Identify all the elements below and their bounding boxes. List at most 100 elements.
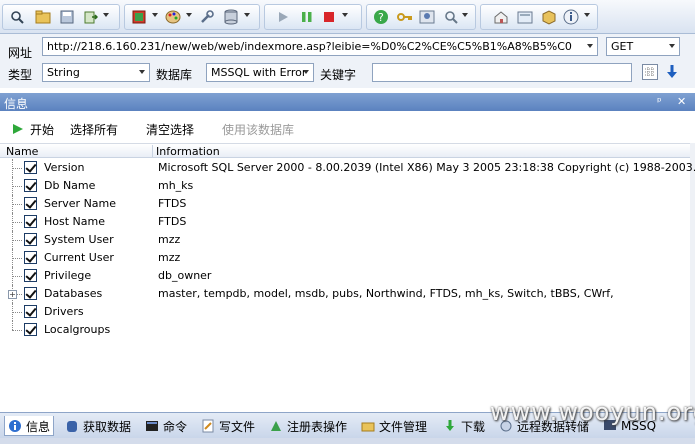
row-info: db_owner bbox=[158, 269, 212, 282]
save-icon[interactable] bbox=[58, 8, 76, 26]
row-name: Version bbox=[44, 161, 85, 174]
tab-fetch-data[interactable]: 获取数据 bbox=[62, 416, 134, 436]
tab-download[interactable]: 下载 bbox=[440, 416, 488, 436]
database-icon bbox=[65, 419, 79, 433]
export-icon[interactable] bbox=[82, 8, 100, 26]
table-row[interactable]: Current User mzz bbox=[0, 249, 690, 267]
play-icon[interactable] bbox=[274, 8, 292, 26]
table-row[interactable]: Host Name FTDS bbox=[0, 213, 690, 231]
column-name-header[interactable]: Name bbox=[6, 145, 38, 158]
stop-icon[interactable] bbox=[320, 8, 338, 26]
tab-label: 信息 bbox=[26, 420, 51, 434]
package-icon[interactable] bbox=[540, 8, 558, 26]
row-info: mh_ks bbox=[158, 179, 194, 192]
row-name: Db Name bbox=[44, 179, 96, 192]
chevron-down-icon[interactable] bbox=[303, 70, 309, 74]
info-tree: Version Microsoft SQL Server 2000 - 8.00… bbox=[0, 159, 695, 339]
row-checkbox[interactable] bbox=[24, 269, 37, 282]
clear-selection-button[interactable]: 清空选择 bbox=[146, 121, 194, 138]
row-checkbox[interactable] bbox=[24, 251, 37, 264]
search-icon[interactable] bbox=[442, 8, 460, 26]
row-info: master, tempdb, model, msdb, pubs, North… bbox=[158, 287, 614, 300]
vertical-scrollbar[interactable] bbox=[690, 143, 695, 411]
tab-write-file[interactable]: 写文件 bbox=[198, 416, 258, 436]
start-button[interactable]: 开始 bbox=[30, 121, 54, 138]
key-icon[interactable] bbox=[396, 8, 414, 26]
settings-icon[interactable] bbox=[130, 8, 148, 26]
row-checkbox[interactable] bbox=[24, 305, 37, 318]
pause-icon[interactable] bbox=[298, 8, 316, 26]
db-value: MSSQL with Error bbox=[211, 66, 307, 79]
table-row[interactable]: Server Name FTDS bbox=[0, 195, 690, 213]
tab-label: 命令 bbox=[163, 420, 188, 434]
tab-command[interactable]: 命令 bbox=[142, 416, 190, 436]
registry-icon bbox=[269, 419, 283, 433]
folder-icon[interactable] bbox=[34, 8, 52, 26]
expand-icon[interactable]: + bbox=[8, 290, 17, 299]
use-database-button[interactable]: 使用该数据库 bbox=[222, 121, 294, 138]
search-icon[interactable] bbox=[8, 8, 26, 26]
db-select[interactable]: MSSQL with Error bbox=[206, 63, 314, 82]
type-select[interactable]: String bbox=[42, 63, 150, 82]
table-row[interactable]: Privilege db_owner bbox=[0, 267, 690, 285]
wrench-icon[interactable] bbox=[198, 8, 216, 26]
row-name: Drivers bbox=[44, 305, 84, 318]
status-bar bbox=[0, 438, 695, 444]
table-row[interactable]: Version Microsoft SQL Server 2000 - 8.00… bbox=[0, 159, 695, 177]
row-info: mzz bbox=[158, 251, 181, 264]
url-value: http://218.6.160.231/new/web/web/indexmo… bbox=[47, 40, 572, 53]
row-name: Databases bbox=[44, 287, 103, 300]
info-icon[interactable] bbox=[562, 8, 580, 26]
table-header: Name Information bbox=[0, 143, 690, 158]
row-checkbox[interactable] bbox=[24, 323, 37, 336]
home-icon[interactable] bbox=[492, 8, 510, 26]
keyword-input[interactable] bbox=[372, 63, 632, 82]
panel-title: 信息 bbox=[4, 97, 29, 111]
play-icon[interactable] bbox=[12, 123, 24, 138]
table-row[interactable]: Localgroups bbox=[0, 321, 690, 339]
users-icon[interactable] bbox=[418, 8, 436, 26]
table-row[interactable]: Drivers bbox=[0, 303, 690, 321]
row-checkbox[interactable] bbox=[24, 197, 37, 210]
close-icon[interactable]: ✕ bbox=[677, 95, 686, 108]
method-select[interactable]: GET bbox=[606, 37, 680, 56]
grid-icon[interactable] bbox=[642, 64, 658, 80]
table-row[interactable]: System User mzz bbox=[0, 231, 690, 249]
tab-label: 获取数据 bbox=[83, 420, 132, 434]
select-all-button[interactable]: 选择所有 bbox=[70, 121, 118, 138]
table-row[interactable]: + Databases master, tempdb, model, msdb,… bbox=[0, 285, 690, 303]
table-row[interactable]: Db Name mh_ks bbox=[0, 177, 690, 195]
row-name: Current User bbox=[44, 251, 114, 264]
arrow-down-icon[interactable] bbox=[664, 64, 680, 80]
tab-file-manager[interactable]: 文件管理 bbox=[358, 416, 430, 436]
row-checkbox[interactable] bbox=[24, 179, 37, 192]
type-value: String bbox=[47, 66, 80, 79]
url-input[interactable]: http://218.6.160.231/new/web/web/indexmo… bbox=[42, 37, 598, 56]
row-checkbox[interactable] bbox=[24, 287, 37, 300]
terminal-icon bbox=[145, 419, 159, 433]
pin-icon[interactable]: ᵖ bbox=[657, 95, 662, 108]
download-icon bbox=[443, 419, 457, 433]
row-info: FTDS bbox=[158, 215, 187, 228]
row-checkbox[interactable] bbox=[24, 215, 37, 228]
url-label: 网址 bbox=[8, 46, 33, 60]
chevron-down-icon[interactable] bbox=[139, 70, 145, 74]
column-information-header[interactable]: Information bbox=[156, 145, 220, 158]
tab-label: 文件管理 bbox=[379, 420, 428, 434]
chevron-down-icon[interactable] bbox=[587, 44, 593, 48]
database-icon[interactable] bbox=[222, 8, 240, 26]
row-checkbox[interactable] bbox=[24, 233, 37, 246]
tab-label: 下载 bbox=[461, 420, 486, 434]
open-icon[interactable] bbox=[516, 8, 534, 26]
row-name: Localgroups bbox=[44, 323, 111, 336]
chevron-down-icon[interactable] bbox=[669, 44, 675, 48]
row-checkbox[interactable] bbox=[24, 161, 37, 174]
row-info: mzz bbox=[158, 233, 181, 246]
tab-registry[interactable]: 注册表操作 bbox=[266, 416, 350, 436]
help-icon[interactable]: ? bbox=[372, 8, 390, 26]
row-name: Privilege bbox=[44, 269, 92, 282]
tab-info[interactable]: 信息 bbox=[4, 416, 55, 436]
palette-icon[interactable] bbox=[164, 8, 182, 26]
db-label: 数据库 bbox=[156, 68, 193, 82]
action-bar: 开始 选择所有 清空选择 使用该数据库 bbox=[0, 114, 695, 142]
